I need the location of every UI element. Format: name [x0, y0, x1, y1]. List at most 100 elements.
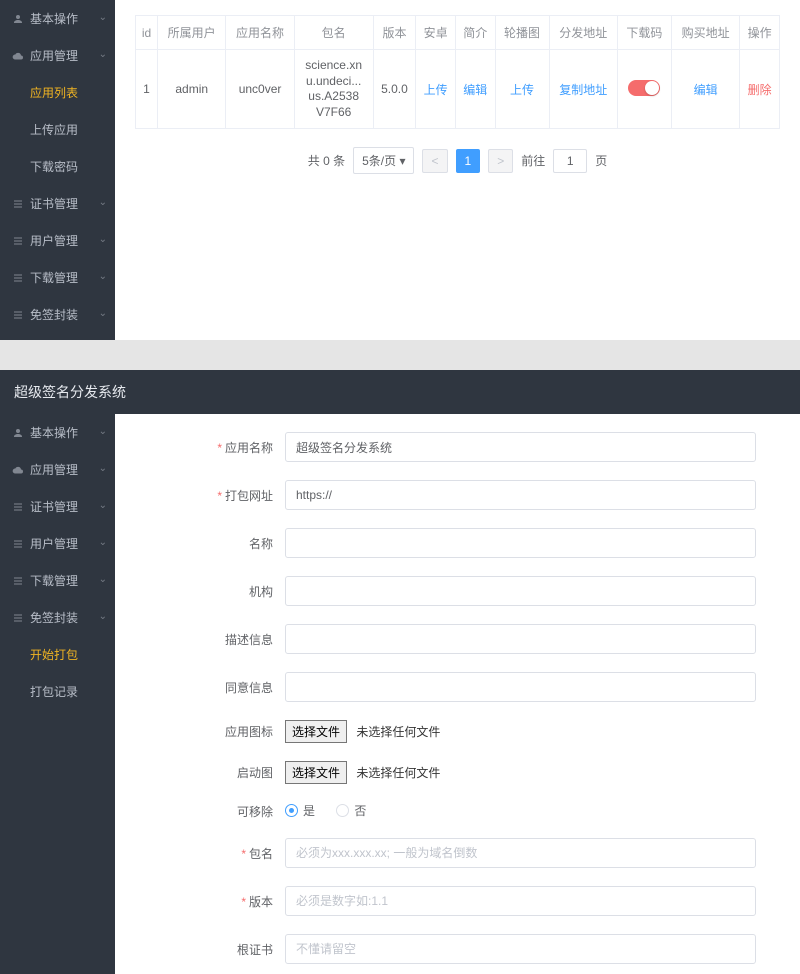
cloud-icon: [12, 464, 24, 476]
chevron-down-icon: ⌄: [99, 308, 107, 319]
cell-pkg: science.xnu.undeci...us.A2538V7F66: [294, 50, 373, 129]
sidebar-download[interactable]: 下载管理 ⌄: [0, 259, 115, 296]
file-button-splash[interactable]: 选择文件: [285, 761, 347, 784]
input-cert[interactable]: [285, 934, 756, 964]
sidebar-label: 基本操作: [30, 10, 78, 27]
sidebar-top: 基本操作 ⌄ 应用管理 ⌄ 应用列表 上传应用 下载密码 证书管理 ⌄ 用户管理…: [0, 0, 115, 340]
th-user: 所属用户: [158, 16, 226, 50]
sidebar-basic[interactable]: 基本操作⌄: [0, 414, 115, 451]
th-buy: 购买地址: [671, 16, 739, 50]
sidebar-cert[interactable]: 证书管理⌄: [0, 488, 115, 525]
pager-prev[interactable]: <: [422, 149, 447, 173]
sidebar-nosign[interactable]: 免签封装⌄: [0, 599, 115, 636]
sidebar-nosign[interactable]: 免签封装 ⌄: [0, 296, 115, 333]
intro-edit-link[interactable]: 编辑: [463, 83, 487, 97]
file-status-splash: 未选择任何文件: [356, 766, 440, 780]
main-table-area: id 所属用户 应用名称 包名 版本 安卓 简介 轮播图 分发地址 下载码 购买…: [115, 0, 800, 340]
chevron-down-icon: ⌄: [99, 49, 107, 60]
cell-id: 1: [136, 50, 158, 129]
lbl-cert: 根证书: [237, 943, 273, 957]
sidebar-sub-dlpwd[interactable]: 下载密码: [0, 148, 115, 185]
sidebar-user[interactable]: 用户管理⌄: [0, 525, 115, 562]
app-header: 超级签名分发系统: [0, 370, 800, 414]
table-header-row: id 所属用户 应用名称 包名 版本 安卓 简介 轮播图 分发地址 下载码 购买…: [136, 16, 780, 50]
chevron-down-icon: ⌄: [99, 463, 107, 474]
sidebar-sub-start-pack[interactable]: 开始打包: [0, 636, 115, 673]
input-app-name[interactable]: [285, 432, 756, 462]
radio-removable-yes[interactable]: 是: [285, 802, 315, 819]
lbl-app-name: 应用名称: [225, 441, 273, 455]
chevron-down-icon: ⌄: [99, 271, 107, 282]
pager-page-1[interactable]: 1: [456, 149, 481, 173]
pagination: 共 0 条 5条/页 ▾ < 1 > 前往 页: [135, 147, 780, 174]
pager-next[interactable]: >: [488, 149, 513, 173]
buy-edit-link[interactable]: 编辑: [694, 83, 718, 97]
input-agree[interactable]: [285, 672, 756, 702]
sidebar-sub-pack-log[interactable]: 打包记录: [0, 673, 115, 710]
lbl-splash: 启动图: [237, 766, 273, 780]
lbl-org: 机构: [249, 585, 273, 599]
table-row: 1 admin unc0ver science.xnu.undeci...us.…: [136, 50, 780, 129]
user-icon: [12, 427, 24, 439]
pager-goto-label: 前往: [521, 152, 545, 169]
th-op: 操作: [740, 16, 780, 50]
main-form-area: *应用名称 *打包网址 名称 机构 描述信息 同意信息: [115, 414, 800, 974]
th-intro: 简介: [455, 16, 495, 50]
sidebar-app-mgmt[interactable]: 应用管理 ⌄: [0, 37, 115, 74]
lbl-name: 名称: [249, 537, 273, 551]
input-desc[interactable]: [285, 624, 756, 654]
radio-removable-no[interactable]: 否: [336, 802, 366, 819]
cell-name: unc0ver: [226, 50, 294, 129]
chevron-down-icon: ⌄: [99, 537, 107, 548]
carousel-upload-link[interactable]: 上传: [510, 83, 534, 97]
user-icon: [12, 13, 24, 25]
input-ver[interactable]: [285, 886, 756, 916]
file-button-icon[interactable]: 选择文件: [285, 720, 347, 743]
file-status-icon: 未选择任何文件: [356, 725, 440, 739]
list-icon: [12, 309, 24, 321]
pager-page-label: 页: [595, 152, 607, 169]
sidebar-sub-upload[interactable]: 上传应用: [0, 111, 115, 148]
list-icon: [12, 198, 24, 210]
cell-user: admin: [158, 50, 226, 129]
sidebar-label: 下载管理: [30, 269, 78, 286]
th-android: 安卓: [416, 16, 456, 50]
sidebar-label: 免签封装: [30, 306, 78, 323]
chevron-down-icon: ⌄: [99, 12, 107, 23]
sidebar-app-mgmt[interactable]: 应用管理⌄: [0, 451, 115, 488]
sidebar-sub-applist[interactable]: 应用列表: [0, 74, 115, 111]
cell-ver: 5.0.0: [373, 50, 416, 129]
pager-total: 共 0 条: [308, 152, 345, 169]
sidebar-label: 应用管理: [30, 47, 78, 64]
th-name: 应用名称: [226, 16, 294, 50]
input-pkg[interactable]: [285, 838, 756, 868]
sidebar-label: 用户管理: [30, 232, 78, 249]
th-dist: 分发地址: [549, 16, 617, 50]
chevron-down-icon: ⌄: [99, 611, 107, 622]
lbl-pkg: 包名: [249, 847, 273, 861]
delete-link[interactable]: 删除: [748, 83, 772, 97]
input-name[interactable]: [285, 528, 756, 558]
sidebar-cert[interactable]: 证书管理 ⌄: [0, 185, 115, 222]
pager-goto-input[interactable]: [553, 149, 587, 173]
input-pack-url[interactable]: [285, 480, 756, 510]
th-id: id: [136, 16, 158, 50]
list-icon: [12, 501, 24, 513]
pager-perpage-select[interactable]: 5条/页 ▾: [353, 147, 414, 174]
sidebar-basic[interactable]: 基本操作 ⌄: [0, 0, 115, 37]
lbl-ver: 版本: [249, 895, 273, 909]
th-carousel: 轮播图: [495, 16, 549, 50]
android-upload-link[interactable]: 上传: [424, 83, 448, 97]
th-ver: 版本: [373, 16, 416, 50]
lbl-agree: 同意信息: [225, 681, 273, 695]
dlcode-switch[interactable]: [628, 80, 660, 96]
chevron-down-icon: ⌄: [99, 234, 107, 245]
copy-dist-link[interactable]: 复制地址: [559, 83, 607, 97]
list-icon: [12, 575, 24, 587]
sidebar-user[interactable]: 用户管理 ⌄: [0, 222, 115, 259]
th-pkg: 包名: [294, 16, 373, 50]
app-table: id 所属用户 应用名称 包名 版本 安卓 简介 轮播图 分发地址 下载码 购买…: [135, 15, 780, 129]
sidebar-download[interactable]: 下载管理⌄: [0, 562, 115, 599]
sidebar-label: 证书管理: [30, 195, 78, 212]
input-org[interactable]: [285, 576, 756, 606]
